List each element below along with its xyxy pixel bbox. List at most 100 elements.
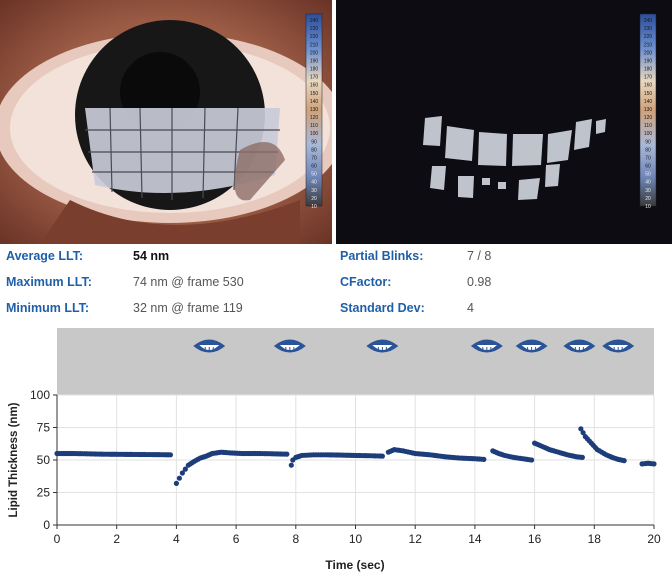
x-tick-labels: 0 2 4 6 8 10 12 14 16 18 20 (54, 525, 661, 546)
scale-tick-label: 40 (311, 180, 317, 186)
color-scale-left: 240 230 220 210 200 190 180 170 160 150 140 130 120 1… (305, 13, 323, 210)
scale-tick-label: 80 (311, 147, 317, 153)
minimum-llt-value: 32 nm @ frame 119 (133, 301, 243, 315)
maximum-llt-label: Maximum LLT: (6, 275, 92, 289)
data-point (284, 451, 290, 457)
scale-tick-label: 110 (310, 123, 318, 129)
x-tick-label: 16 (528, 532, 542, 546)
y-axis-label: Lipid Thickness (nm) (8, 402, 20, 517)
x-tick-label: 18 (588, 532, 602, 546)
scale-tick-label: 60 (645, 164, 651, 170)
llt-stats-panel: Average LLT: 54 nm Maximum LLT: 74 nm @ … (0, 244, 672, 328)
x-tick-label: 10 (349, 532, 363, 546)
scale-tick-label: 30 (311, 188, 317, 194)
scale-tick-label: 60 (311, 164, 317, 170)
scale-tick-label: 160 (644, 83, 653, 89)
scale-tick-label: 170 (310, 75, 319, 81)
scale-tick-label: 30 (645, 188, 651, 194)
scale-tick-label: 150 (644, 91, 653, 97)
scale-tick-label: 190 (310, 58, 319, 64)
blink-band (57, 328, 654, 395)
scale-tick-label: 100 (310, 131, 319, 137)
x-tick-label: 20 (647, 532, 661, 546)
data-point (173, 480, 179, 486)
scale-tick-label: 130 (644, 107, 653, 113)
scale-tick-label: 180 (644, 67, 653, 73)
scale-tick-label: 110 (644, 123, 652, 129)
data-point (167, 452, 174, 458)
partial-blinks-label: Partial Blinks: (340, 249, 424, 263)
scale-tick-label: 120 (644, 115, 653, 121)
x-tick-label: 2 (113, 532, 120, 546)
scale-tick-label: 220 (644, 34, 653, 40)
data-point (621, 458, 627, 464)
scale-tick-label: 230 (310, 26, 319, 32)
data-point (481, 456, 487, 462)
scale-tick-label: 10 (311, 204, 317, 210)
y-tick-labels: 0 25 50 75 100 (30, 388, 57, 532)
scale-tick-label: 230 (644, 26, 653, 32)
data-point (579, 454, 585, 460)
scale-tick-label: 210 (644, 42, 653, 48)
scale-tick-label: 10 (645, 204, 651, 210)
chart-grid (56, 394, 655, 526)
scale-tick-label: 240 (644, 18, 653, 24)
scale-tick-label: 200 (310, 50, 319, 56)
scale-tick-label: 80 (645, 147, 651, 153)
x-axis-label: Time (sec) (325, 558, 384, 572)
scale-tick-label: 70 (311, 155, 317, 161)
std-dev-value: 4 (467, 301, 474, 315)
average-llt-label: Average LLT: (6, 249, 84, 263)
minimum-llt-label: Minimum LLT: (6, 301, 90, 315)
scale-tick-label: 150 (310, 91, 319, 97)
std-dev-label: Standard Dev: (340, 301, 425, 315)
scale-tick-label: 20 (645, 196, 651, 202)
x-tick-label: 4 (173, 532, 180, 546)
data-point (651, 461, 657, 467)
scale-tick-label: 70 (645, 155, 651, 161)
scale-tick-label: 90 (311, 139, 317, 145)
x-tick-label: 14 (468, 532, 482, 546)
y-tick-label: 75 (37, 421, 51, 435)
data-point (288, 462, 294, 468)
y-tick-label: 100 (30, 388, 50, 402)
scale-tick-label: 180 (310, 67, 319, 73)
x-tick-label: 0 (54, 532, 61, 546)
scale-tick-label: 210 (310, 42, 319, 48)
cfactor-value: 0.98 (467, 275, 492, 289)
y-tick-label: 25 (37, 486, 51, 500)
data-point (379, 453, 385, 459)
scale-tick-label: 200 (644, 50, 653, 56)
scale-tick-label: 100 (644, 131, 653, 137)
x-tick-label: 8 (292, 532, 299, 546)
lipid-thickness-chart: 0255075100 0 2 4 6 8 10 12 14 16 18 20 Time (sec) … (8, 328, 661, 572)
partial-blinks-value: 7 / 8 (467, 249, 492, 263)
y-tick-label: 50 (37, 453, 51, 467)
average-llt-value: 54 nm (133, 249, 170, 263)
color-scale-right: 240 230 220 210 200 190 180 170 160 150 140 130 120 1… (639, 13, 657, 210)
scale-tick-label: 130 (310, 107, 319, 113)
scale-tick-label: 20 (311, 196, 317, 202)
scale-tick-label: 90 (645, 139, 651, 145)
scale-tick-label: 240 (310, 18, 319, 24)
data-point (529, 457, 535, 463)
scale-tick-label: 50 (311, 172, 317, 178)
scale-tick-label: 160 (310, 83, 319, 89)
cfactor-label: CFactor: (340, 275, 392, 289)
x-tick-label: 6 (233, 532, 240, 546)
scale-tick-label: 140 (644, 99, 653, 105)
eye-photo-panel (0, 0, 345, 244)
scale-tick-label: 120 (310, 115, 319, 121)
y-tick-label: 0 (43, 518, 50, 532)
maximum-llt-value: 74 nm @ frame 530 (133, 275, 244, 289)
scale-tick-label: 190 (644, 58, 653, 64)
segmented-map-panel (336, 0, 672, 244)
imaging-panels: 240 230 220 210 200 190 180 170 160 150 140 130 120 1… (0, 0, 672, 244)
scale-tick-label: 220 (310, 34, 319, 40)
scale-tick-label: 140 (310, 99, 319, 105)
scale-tick-label: 40 (645, 180, 651, 186)
scale-tick-label: 50 (645, 172, 651, 178)
scale-tick-label: 170 (644, 75, 653, 81)
x-tick-label: 12 (409, 532, 423, 546)
data-point (176, 475, 182, 481)
